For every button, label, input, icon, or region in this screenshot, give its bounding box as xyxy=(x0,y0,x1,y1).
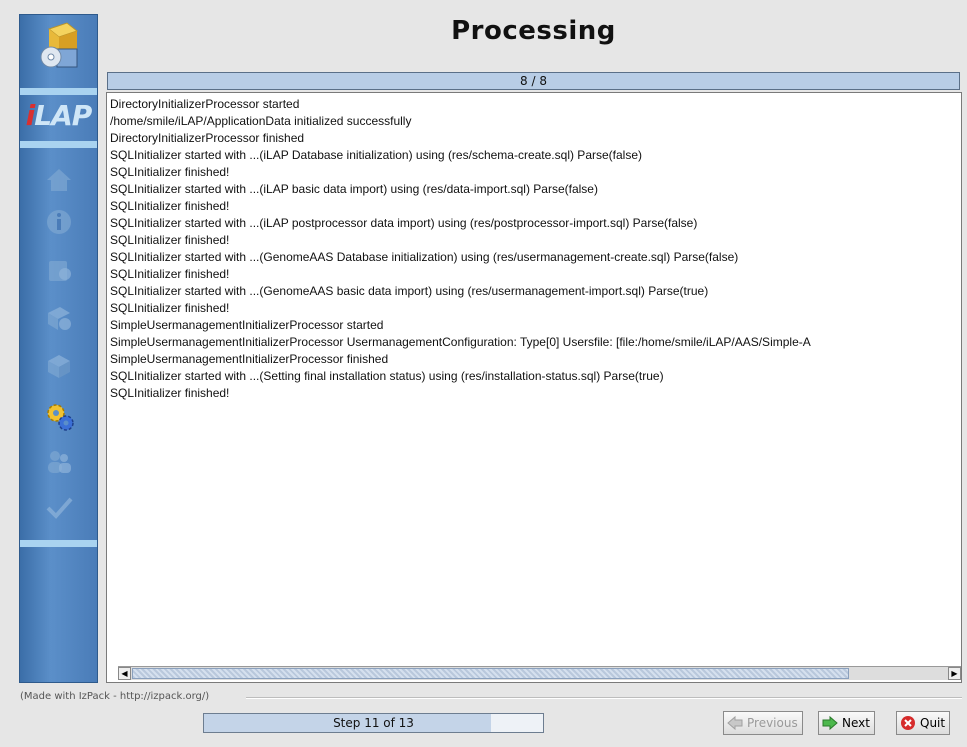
previous-button[interactable]: Previous xyxy=(723,711,803,735)
log-line: DirectoryInitializerProcessor started xyxy=(110,97,300,111)
packs-icon xyxy=(44,303,74,333)
log-line: SQLInitializer finished! xyxy=(110,301,230,315)
next-button[interactable]: Next xyxy=(818,711,875,735)
info-icon xyxy=(44,207,74,237)
log-line: SimpleUsermanagementInitializerProcessor… xyxy=(110,318,384,332)
pack-progress-label: 8 / 8 xyxy=(520,74,547,88)
log-line: SQLInitializer started with ...(iLAP Dat… xyxy=(110,148,642,162)
scroll-thumb[interactable] xyxy=(132,668,849,679)
log-line: SQLInitializer started with ...(GenomeAA… xyxy=(110,250,739,264)
home-icon xyxy=(44,165,74,195)
log-line: SQLInitializer finished! xyxy=(110,233,230,247)
log-line: SimpleUsermanagementInitializerProcessor… xyxy=(110,335,811,349)
quit-button[interactable]: Quit xyxy=(896,711,951,735)
log-line: SimpleUsermanagementInitializerProcessor… xyxy=(110,352,389,366)
arrow-left-icon xyxy=(727,715,743,731)
log-line: SQLInitializer started with ...(iLAP bas… xyxy=(110,182,598,196)
pack-progress-bar: 8 / 8 xyxy=(107,72,960,90)
log-line: SQLInitializer started with ...(GenomeAA… xyxy=(110,284,709,298)
page-title: Processing xyxy=(451,16,616,46)
sidebar: iLAP xyxy=(19,14,98,683)
horizontal-scrollbar[interactable]: ◀ ▶ xyxy=(118,666,961,680)
ilap-logo: iLAP xyxy=(25,99,93,132)
log-line: SQLInitializer finished! xyxy=(110,165,230,179)
scroll-left-icon[interactable]: ◀ xyxy=(118,667,131,680)
scroll-right-icon[interactable]: ▶ xyxy=(948,667,961,680)
log-line: SQLInitializer finished! xyxy=(110,386,230,400)
log-lines: DirectoryInitializerProcessor started/ho… xyxy=(110,96,961,402)
step-progress-bar: Step 11 of 13 xyxy=(203,713,544,733)
processing-gears-icon xyxy=(44,401,74,431)
arrow-right-icon xyxy=(822,715,838,731)
license-icon xyxy=(44,255,74,285)
footer-divider xyxy=(246,697,962,699)
log-line: SQLInitializer finished! xyxy=(110,199,230,213)
close-icon xyxy=(900,715,916,731)
target-icon xyxy=(44,351,74,381)
made-with-izpack: (Made with IzPack - http://izpack.org/) xyxy=(20,691,210,702)
log-line: /home/smile/iLAP/ApplicationData initial… xyxy=(110,114,412,128)
step-progress-label: Step 11 of 13 xyxy=(333,716,414,730)
log-line: DirectoryInitializerProcessor finished xyxy=(110,131,305,145)
installer-box-icon xyxy=(39,21,79,69)
processing-log[interactable]: DirectoryInitializerProcessor started/ho… xyxy=(106,92,962,683)
log-line: SQLInitializer started with ...(Setting … xyxy=(110,369,664,383)
log-line: SQLInitializer started with ...(iLAP pos… xyxy=(110,216,698,230)
users-icon xyxy=(44,447,74,477)
finish-check-icon xyxy=(44,493,74,523)
log-line: SQLInitializer finished! xyxy=(110,267,230,281)
